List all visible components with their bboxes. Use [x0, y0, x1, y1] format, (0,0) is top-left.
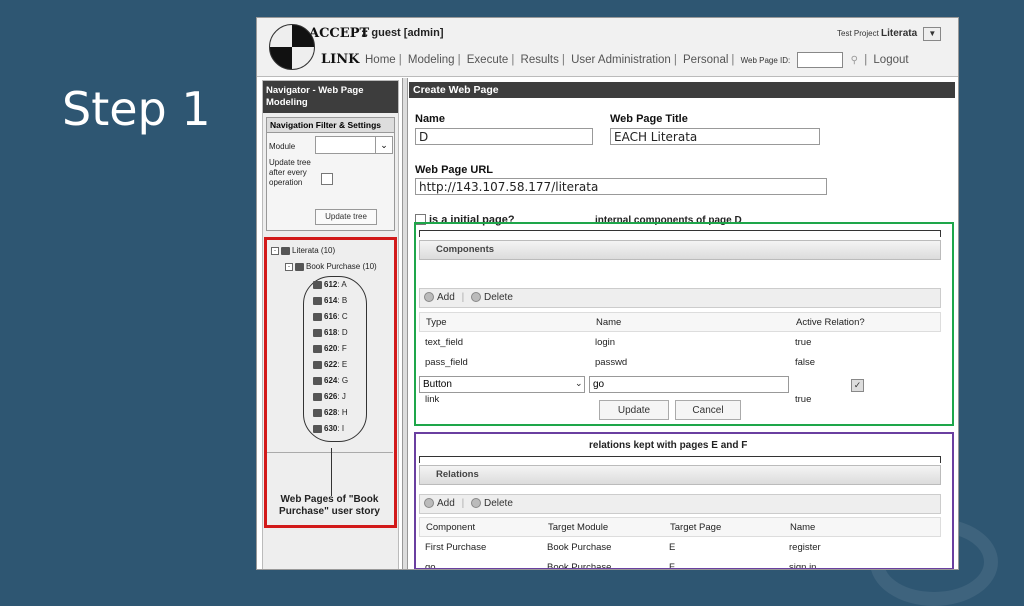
brand-bottom: LINK — [321, 52, 360, 67]
logout-link[interactable]: Logout — [873, 54, 908, 66]
nav-personal[interactable]: Personal — [683, 54, 728, 66]
nav-user-administration[interactable]: User Administration — [571, 54, 671, 66]
nav-execute[interactable]: Execute — [467, 54, 509, 66]
update-tree-label: Update tree after every operation — [269, 158, 311, 187]
form-title: Create Web Page — [409, 82, 955, 98]
nav-home[interactable]: Home — [365, 54, 396, 66]
navigation-filter: Navigation Filter & Settings Module ⌄ Up… — [266, 117, 395, 231]
web-page-id-input[interactable] — [797, 52, 844, 68]
pages-highlight-box — [264, 237, 397, 528]
navigator-title: Navigator - Web Page Modeling — [263, 81, 398, 113]
module-label: Module — [269, 142, 296, 151]
search-icon[interactable]: ⚲ — [851, 55, 858, 66]
app-screenshot: ACCEPT :: guest [admin] LINK Home | Model… — [256, 17, 959, 570]
components-highlight-box — [414, 222, 954, 426]
module-select[interactable]: ⌄ — [315, 136, 393, 154]
project-value[interactable]: Literata — [881, 28, 917, 39]
page-title-input[interactable]: EACH Literata — [610, 128, 820, 145]
name-input[interactable]: D — [415, 128, 593, 145]
url-input[interactable]: http://143.107.58.177/literata — [415, 178, 827, 195]
relations-highlight-box — [414, 432, 954, 569]
project-selector: Test Project Literata ▼ — [837, 27, 942, 41]
app-header: ACCEPT :: guest [admin] LINK Home | Model… — [257, 18, 958, 77]
slide-title: Step 1 — [62, 82, 211, 136]
filter-title: Navigation Filter & Settings — [267, 118, 394, 133]
navigator-panel: Navigator - Web Page Modeling Navigation… — [262, 80, 399, 569]
panel-splitter[interactable] — [402, 78, 408, 569]
create-web-page-panel: Create Web Page Name D Web Page Title EA… — [409, 80, 955, 569]
name-label: Name — [415, 113, 445, 125]
chevron-down-icon: ⌄ — [375, 137, 392, 153]
nav-modeling[interactable]: Modeling — [408, 54, 455, 66]
current-user: :: guest [admin] — [361, 27, 444, 39]
project-dropdown-icon[interactable]: ▼ — [923, 27, 942, 41]
update-tree-button[interactable]: Update tree — [315, 209, 377, 225]
page-title-label: Web Page Title — [610, 113, 688, 125]
update-tree-checkbox[interactable] — [321, 173, 333, 185]
url-label: Web Page URL — [415, 164, 494, 176]
web-page-id-label: Web Page ID: — [740, 56, 791, 66]
project-label: Test Project — [837, 29, 879, 39]
main-nav: Home | Modeling | Execute | Results | User A… — [365, 52, 909, 68]
nav-results[interactable]: Results — [521, 54, 559, 66]
